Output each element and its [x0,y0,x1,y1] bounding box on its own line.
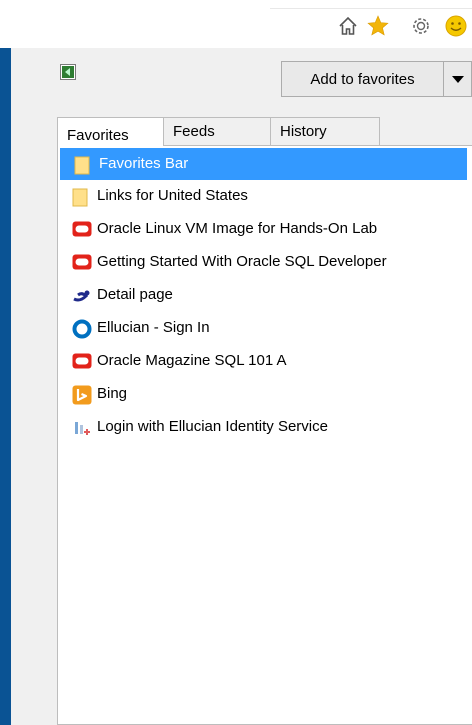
list-item-label: Links for United States [97,187,248,204]
list-item[interactable]: Oracle Linux VM Image for Hands-On Lab [58,213,472,245]
pin-panel-button[interactable] [60,64,76,80]
pin-arrow-icon [62,66,74,78]
list-item[interactable]: Getting Started With Oracle SQL Develope… [58,246,472,278]
folder-icon [72,187,90,207]
add-to-favorites-button[interactable]: Add to favorites [281,61,444,97]
ellucian-identity-icon [72,418,90,436]
home-icon[interactable] [336,14,360,38]
toolbar-divider [270,8,472,9]
list-item-label: Oracle Magazine SQL 101 A [97,352,287,369]
oracle-icon [72,253,92,271]
oracle-icon [72,352,92,370]
list-item[interactable]: Oracle Magazine SQL 101 A [58,345,472,377]
folder-icon [74,155,92,175]
list-item-label: Getting Started With Oracle SQL Develope… [97,253,387,270]
favorites-panel: Add to favorites Favorites Feeds History… [11,48,472,725]
list-item-label: Favorites Bar [99,155,189,172]
list-item[interactable]: Ellucian - Sign In [58,312,472,344]
favorites-list: Favorites Bar Links for United States Or… [57,145,472,725]
list-item-label: Bing [97,385,128,402]
tab-favorites[interactable]: Favorites [57,117,164,146]
side-strip [0,48,11,725]
tab-history[interactable]: History [270,117,380,145]
list-item[interactable]: Detail page [58,279,472,311]
gear-icon[interactable] [409,14,433,38]
tab-favorites-label: Favorites [67,127,129,144]
list-item[interactable]: Bing [58,378,472,410]
list-item[interactable]: Favorites Bar [60,148,467,180]
list-item-label: Oracle Linux VM Image for Hands-On Lab [97,220,378,237]
list-item-label: Ellucian - Sign In [97,319,210,336]
ellucian-logo-icon [72,286,90,304]
tab-history-label: History [280,123,327,140]
tab-feeds-label: Feeds [173,123,215,140]
list-item[interactable]: Login with Ellucian Identity Service [58,411,472,443]
smiley-icon[interactable] [444,14,468,38]
browser-toolbar [0,0,472,48]
oracle-icon [72,220,92,238]
list-item-label: Login with Ellucian Identity Service [97,418,328,435]
bing-icon [72,385,92,405]
list-item[interactable]: Links for United States [58,180,472,212]
star-icon[interactable] [366,14,390,38]
ellucian-circle-icon [72,319,92,339]
add-to-favorites-label: Add to favorites [310,70,415,88]
add-to-favorites-dropdown[interactable] [443,61,472,97]
list-item-label: Detail page [97,286,173,303]
tab-feeds[interactable]: Feeds [163,117,271,145]
